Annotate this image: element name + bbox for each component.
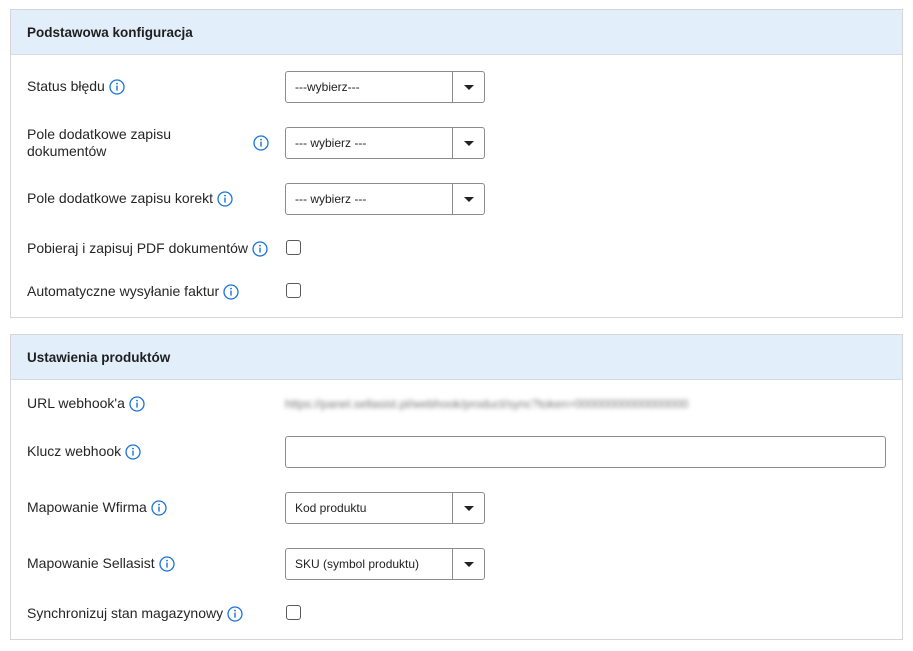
- wfirma-select-value: Kod produktu: [295, 501, 367, 515]
- webhook-url-label: URL webhook'a: [27, 395, 125, 411]
- docs-field-row: Pole dodatkowe zapisu dokumentów: [27, 126, 269, 160]
- panel-title: Podstawowa konfiguracja: [27, 24, 193, 40]
- caret-down-icon[interactable]: [452, 184, 484, 214]
- info-icon[interactable]: [223, 283, 239, 300]
- caret-down-icon[interactable]: [452, 549, 484, 579]
- sellasist-select-value: SKU (symbol produktu): [295, 557, 420, 571]
- status-select-value: ---wybierz---: [295, 80, 360, 94]
- status-row: Status błędu: [27, 78, 125, 95]
- auto-send-checkbox[interactable]: [286, 283, 301, 298]
- panel-header: Podstawowa konfiguracja: [11, 10, 902, 55]
- sellasist-label: Mapowanie Sellasist: [27, 555, 155, 571]
- panel-header: Ustawienia produktów: [11, 335, 902, 380]
- pdf-checkbox[interactable]: [286, 240, 301, 255]
- auto-send-row: Automatyczne wysyłanie faktur: [27, 283, 239, 300]
- caret-down-icon[interactable]: [452, 493, 484, 523]
- sellasist-select[interactable]: SKU (symbol produktu): [285, 548, 485, 580]
- sync-stock-label: Synchronizuj stan magazynowy: [27, 605, 224, 621]
- corrections-select-value: --- wybierz ---: [295, 192, 367, 206]
- webhook-key-row: Klucz webhook: [27, 443, 141, 460]
- info-icon[interactable]: [158, 555, 175, 572]
- sync-stock-checkbox[interactable]: [286, 605, 301, 620]
- auto-send-label: Automatyczne wysyłanie faktur: [27, 283, 220, 299]
- webhook-key-label: Klucz webhook: [27, 443, 122, 459]
- wfirma-select[interactable]: Kod produktu: [285, 492, 485, 524]
- status-select[interactable]: ---wybierz---: [285, 71, 485, 103]
- info-icon[interactable]: [253, 135, 269, 151]
- wfirma-label: Mapowanie Wfirma: [27, 499, 147, 515]
- info-icon[interactable]: [109, 78, 125, 95]
- caret-down-icon[interactable]: [452, 72, 484, 102]
- docs-field-select[interactable]: --- wybierz ---: [285, 127, 485, 159]
- info-icon[interactable]: [151, 499, 167, 516]
- info-icon[interactable]: [252, 240, 268, 257]
- corrections-select[interactable]: --- wybierz ---: [285, 183, 485, 215]
- caret-down-icon[interactable]: [452, 128, 484, 158]
- wfirma-row: Mapowanie Wfirma: [27, 499, 167, 516]
- info-icon[interactable]: [227, 605, 243, 622]
- webhook-url-value: https://panel.sellasist.pl/webhook/produ…: [285, 397, 689, 411]
- docs-field-select-value: --- wybierz ---: [295, 136, 367, 150]
- docs-field-label: Pole dodatkowe zapisu dokumentów: [27, 126, 171, 159]
- pdf-row: Pobieraj i zapisuj PDF dokumentów: [27, 240, 268, 257]
- sync-stock-row: Synchronizuj stan magazynowy: [27, 605, 243, 622]
- webhook-key-input[interactable]: [285, 436, 886, 468]
- basic-config-panel: Podstawowa konfiguracja Status błędu ---…: [10, 9, 903, 318]
- webhook-url-row: URL webhook'a: [27, 395, 145, 412]
- product-settings-panel: Ustawienia produktów URL webhook'a https…: [10, 334, 903, 640]
- info-icon[interactable]: [125, 443, 141, 460]
- status-label: Status błędu: [27, 78, 105, 94]
- corrections-row: Pole dodatkowe zapisu korekt: [27, 190, 233, 207]
- pdf-label: Pobieraj i zapisuj PDF dokumentów: [27, 240, 248, 256]
- info-icon[interactable]: [217, 190, 233, 207]
- panel-title: Ustawienia produktów: [27, 349, 171, 365]
- corrections-label: Pole dodatkowe zapisu korekt: [27, 190, 213, 206]
- info-icon[interactable]: [129, 395, 145, 412]
- sellasist-row: Mapowanie Sellasist: [27, 555, 175, 572]
